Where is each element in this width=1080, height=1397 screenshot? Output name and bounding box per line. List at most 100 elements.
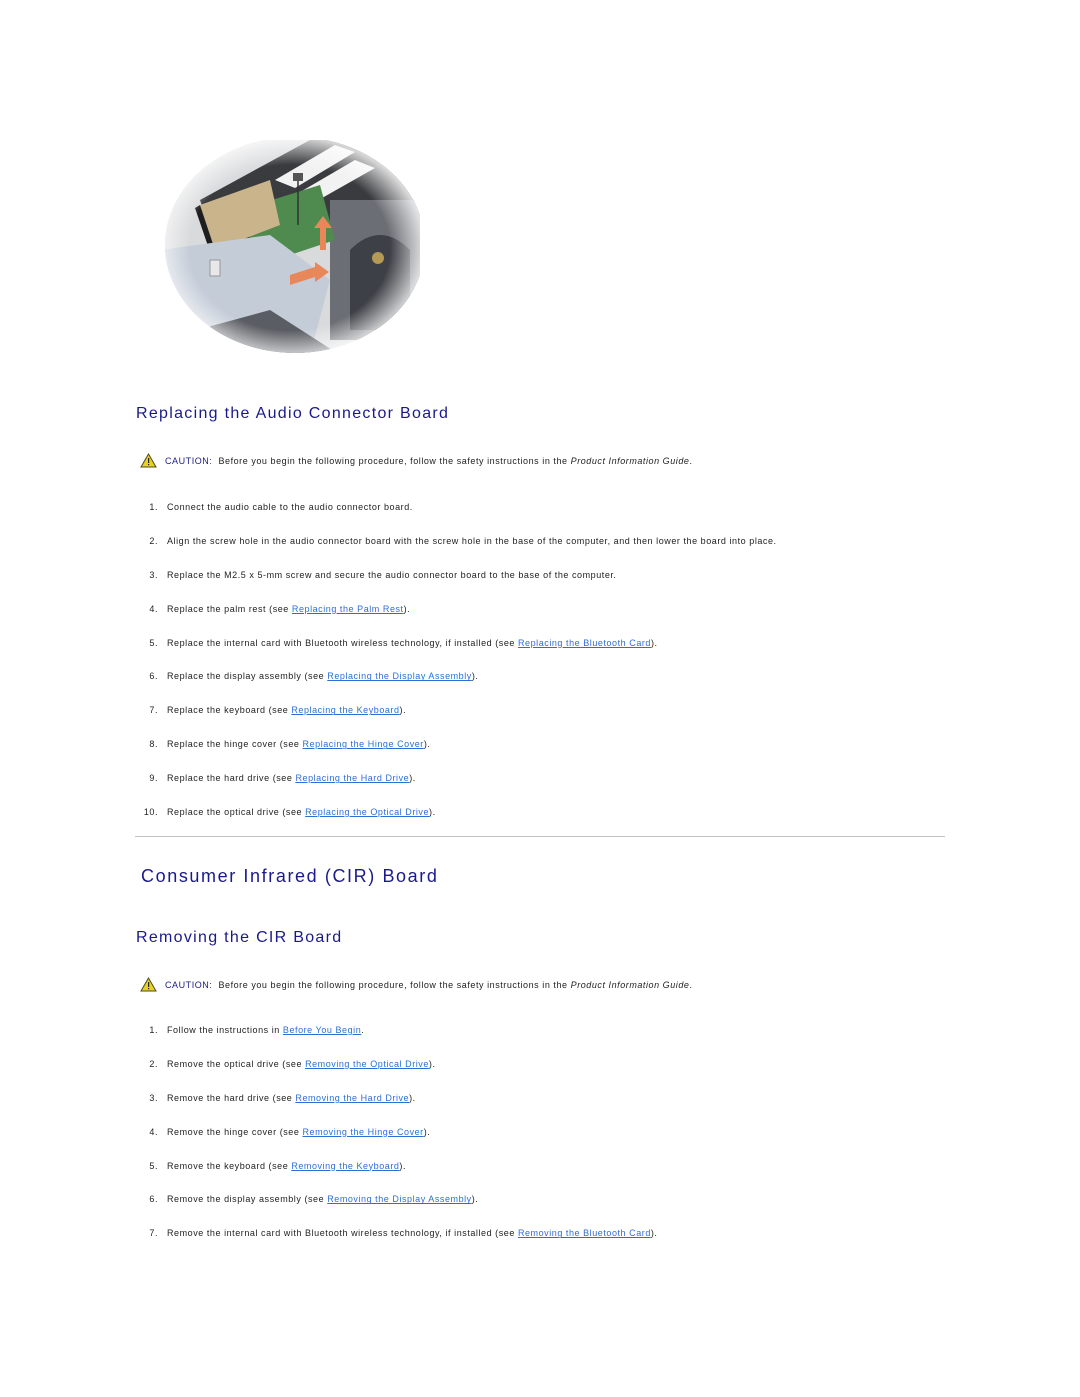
- caution-notice: CAUTION: Before you begin the following …: [140, 453, 693, 468]
- step-number: 2.: [149, 1058, 158, 1069]
- caution-label: CAUTION:: [165, 979, 213, 990]
- step-text-body: Remove the hard drive (see: [167, 1092, 296, 1103]
- step-item: 2. Remove the optical drive (see Removing…: [140, 1059, 657, 1093]
- step-text-body: Remove the keyboard (see: [167, 1160, 292, 1171]
- step-item: 3. Replace the M2.5 x 5-mm screw and secu…: [140, 570, 777, 604]
- step-number: 4.: [149, 1126, 158, 1137]
- step-number: 3.: [149, 1092, 158, 1103]
- step-item: 8. Replace the hinge cover (see Replacing…: [140, 739, 777, 773]
- caution-text: Before you begin the following procedure…: [215, 979, 571, 990]
- step-link[interactable]: Replacing the Optical Drive: [305, 807, 429, 817]
- step-text-body: Remove the display assembly (see: [167, 1194, 328, 1205]
- step-text-end: ).: [399, 705, 407, 716]
- step-text: Replace the optical drive (see Replacing…: [167, 807, 436, 817]
- step-number: 2.: [149, 535, 158, 546]
- step-item: 2. Align the screw hole in the audio conn…: [140, 536, 777, 570]
- warning-triangle-icon: [140, 977, 157, 992]
- product-information-guide-title: Product Information Guide: [570, 455, 690, 466]
- step-text: Replace the hinge cover (see Replacing t…: [167, 739, 430, 749]
- step-link[interactable]: Removing the Display Assembly: [327, 1194, 472, 1204]
- step-link[interactable]: Removing the Hard Drive: [295, 1093, 409, 1103]
- step-text-body: Replace the keyboard (see: [167, 705, 292, 716]
- step-item: 9. Replace the hard drive (see Replacing …: [140, 773, 777, 807]
- step-text-body: Replace the hard drive (see: [167, 773, 296, 784]
- step-text-end: ).: [403, 603, 411, 614]
- section-divider: [135, 836, 945, 837]
- step-text: Replace the hard drive (see Replacing th…: [167, 773, 416, 783]
- audio-board-illustration: [160, 140, 420, 355]
- step-text: Remove the hard drive (see Removing the …: [167, 1093, 416, 1103]
- step-item: 1. Connect the audio cable to the audio c…: [140, 502, 777, 536]
- removing-cir-steps-list: 1. Follow the instructions in Before You …: [140, 1025, 657, 1262]
- step-text-end: ).: [399, 1160, 407, 1171]
- warning-triangle-icon: [140, 453, 157, 468]
- step-link[interactable]: Replacing the Hinge Cover: [303, 739, 424, 749]
- step-text-body: Replace the optical drive (see: [167, 807, 306, 818]
- step-item: 4. Replace the palm rest (see Replacing t…: [140, 604, 777, 638]
- step-number: 7.: [149, 1228, 158, 1239]
- step-number: 6.: [149, 1194, 158, 1205]
- step-text: Connect the audio cable to the audio con…: [167, 502, 413, 512]
- step-number: 3.: [149, 569, 158, 580]
- caution-notice: CAUTION: Before you begin the following …: [140, 977, 693, 992]
- step-item: 7. Replace the keyboard (see Replacing th…: [140, 705, 777, 739]
- step-text: Remove the optical drive (see Removing t…: [167, 1059, 436, 1069]
- step-text-end: .: [361, 1025, 365, 1035]
- step-item: 3. Remove the hard drive (see Removing th…: [140, 1093, 657, 1127]
- step-text: Follow the instructions in Before You Be…: [167, 1025, 364, 1035]
- step-link[interactable]: Before You Begin: [283, 1025, 361, 1035]
- step-text-end: ).: [409, 1092, 416, 1103]
- step-text-end: ).: [428, 1058, 436, 1069]
- step-text: Remove the hinge cover (see Removing the…: [167, 1127, 430, 1137]
- caution-text-end: .: [689, 455, 693, 466]
- step-text: Replace the M2.5 x 5-mm screw and secure…: [167, 570, 616, 580]
- step-link[interactable]: Replacing the Keyboard: [291, 705, 399, 715]
- section-heading-replacing-audio-board: Replacing the Audio Connector Board: [136, 405, 450, 422]
- caution-text: Before you begin the following procedure…: [215, 455, 571, 466]
- step-text-end: ).: [650, 1228, 658, 1239]
- step-link[interactable]: Replacing the Palm Rest: [292, 604, 404, 614]
- product-information-guide-title: Product Information Guide: [570, 979, 690, 990]
- step-text: Replace the palm rest (see Replacing the…: [167, 604, 410, 614]
- step-text-end: ).: [409, 773, 416, 784]
- step-item: 7. Remove the internal card with Bluetoot…: [140, 1228, 657, 1262]
- step-text-body: Remove the hinge cover (see: [167, 1126, 303, 1137]
- page-title-cir-board: Consumer Infrared (CIR) Board: [141, 866, 439, 886]
- step-link[interactable]: Removing the Bluetooth Card: [518, 1228, 651, 1238]
- step-text-body: Connect the audio cable to the audio con…: [167, 502, 413, 512]
- step-text-body: Replace the M2.5 x 5-mm screw and secure…: [167, 569, 617, 580]
- step-text-body: Follow the instructions in: [167, 1025, 283, 1035]
- step-link[interactable]: Replacing the Display Assembly: [327, 671, 472, 681]
- step-text-body: Replace the internal card with Bluetooth…: [167, 637, 518, 648]
- step-link[interactable]: Replacing the Hard Drive: [295, 773, 409, 783]
- step-number: 1.: [149, 502, 158, 512]
- step-number: 8.: [149, 739, 158, 750]
- step-text: Replace the internal card with Bluetooth…: [167, 638, 658, 648]
- step-link[interactable]: Removing the Hinge Cover: [302, 1127, 423, 1137]
- step-text: Align the screw hole in the audio connec…: [167, 536, 777, 546]
- step-item: 6. Remove the display assembly (see Remov…: [140, 1194, 657, 1228]
- replacing-steps-list: 1. Connect the audio cable to the audio c…: [140, 502, 777, 841]
- step-text-body: Replace the palm rest (see: [167, 603, 292, 614]
- step-item: 5. Remove the keyboard (see Removing the …: [140, 1161, 657, 1195]
- step-link[interactable]: Removing the Optical Drive: [305, 1059, 429, 1069]
- step-text-end: ).: [471, 671, 479, 682]
- caution-label: CAUTION:: [165, 455, 213, 466]
- step-text-end: ).: [423, 739, 431, 750]
- step-number: 4.: [149, 603, 158, 614]
- step-link[interactable]: Removing the Keyboard: [291, 1161, 399, 1171]
- step-number: 1.: [149, 1025, 158, 1035]
- step-item: 6. Replace the display assembly (see Repl…: [140, 671, 777, 705]
- step-text-end: ).: [423, 1126, 431, 1137]
- step-text: Remove the display assembly (see Removin…: [167, 1194, 478, 1204]
- step-number: 7.: [149, 705, 158, 716]
- step-text-end: ).: [471, 1194, 479, 1205]
- step-link[interactable]: Replacing the Bluetooth Card: [518, 638, 651, 648]
- step-number: 5.: [149, 1160, 158, 1171]
- step-text-body: Replace the display assembly (see: [167, 671, 328, 682]
- step-text-end: ).: [650, 637, 658, 648]
- step-text: Remove the internal card with Bluetooth …: [167, 1228, 657, 1238]
- step-text: Replace the display assembly (see Replac…: [167, 671, 478, 681]
- step-number: 6.: [149, 671, 158, 682]
- step-item: 5. Replace the internal card with Bluetoo…: [140, 638, 777, 672]
